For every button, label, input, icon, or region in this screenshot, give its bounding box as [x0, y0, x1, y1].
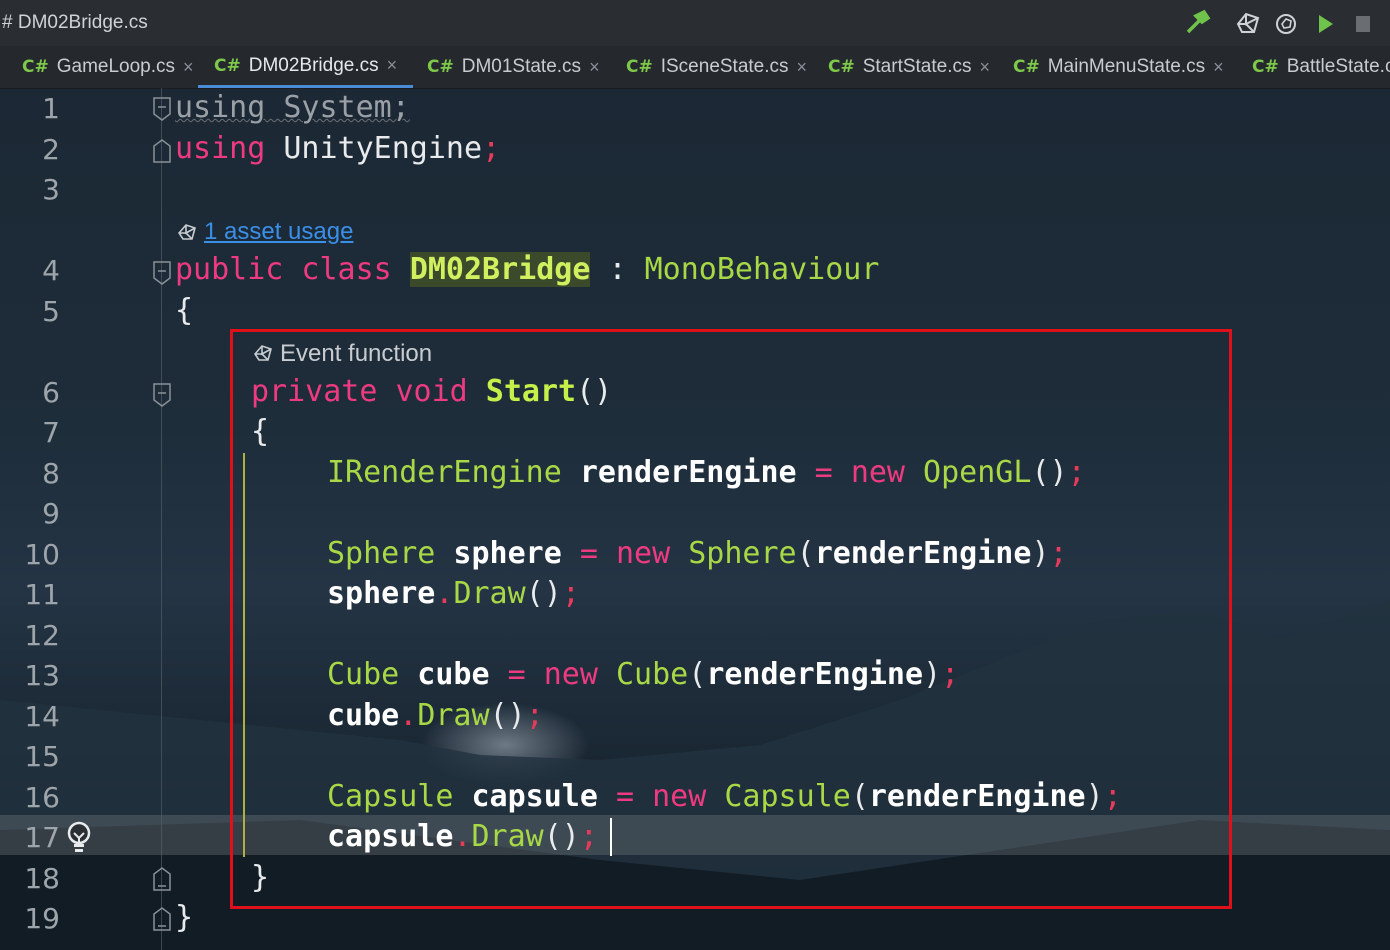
asset-usage-link[interactable]: 1 asset usage [204, 218, 353, 246]
tab-dm01state[interactable]: C# DM01State.cs × [427, 46, 600, 88]
line-number: 6 [42, 376, 60, 409]
title-bar: # DM02Bridge.cs [0, 0, 1390, 46]
code-token: using [175, 90, 266, 125]
code-token: public [175, 252, 284, 287]
code-token: class [283, 252, 392, 287]
line-number: 18 [24, 862, 60, 895]
unity-icon[interactable] [1232, 8, 1262, 40]
tab-label: BattleState.cs [1286, 56, 1390, 77]
line-number: 16 [24, 781, 60, 814]
close-icon[interactable]: × [980, 57, 991, 78]
code-token: : [590, 252, 645, 287]
csharp-icon: C# [427, 57, 454, 77]
class-name: DM02Bridge [409, 252, 591, 287]
csharp-icon: C# [22, 57, 49, 77]
line-number: 1 [42, 92, 60, 125]
line-number: 11 [24, 578, 60, 611]
line-number: 12 [24, 619, 60, 652]
tab-label: ISceneState.cs [660, 56, 789, 77]
fold-marker[interactable] [152, 138, 172, 164]
fold-guide [161, 88, 162, 950]
csharp-icon: C# [1252, 57, 1279, 77]
code-line-2: using UnityEngine; [175, 131, 500, 166]
line-number: 8 [42, 457, 60, 490]
unity-icon [177, 224, 196, 240]
tab-battlestate[interactable]: C# BattleState.cs [1252, 46, 1390, 88]
csharp-icon: C# [214, 55, 241, 76]
line-number: 14 [24, 700, 60, 733]
line-number: 3 [42, 173, 60, 206]
code-line-1: using System; [175, 90, 410, 125]
line-number: 19 [24, 902, 60, 935]
code-token: { [175, 293, 194, 328]
fold-marker[interactable] [152, 96, 172, 122]
fold-marker[interactable] [152, 260, 172, 286]
highlight-box [230, 329, 1232, 909]
tab-bar: C# GameLoop.cs × C# DM02Bridge.cs × C# D… [0, 46, 1390, 89]
line-number: 10 [24, 538, 60, 571]
tab-label: DM01State.cs [461, 56, 582, 77]
tab-label: MainMenuState.cs [1047, 56, 1206, 77]
hammer-icon[interactable] [1182, 8, 1212, 40]
tab-label: GameLoop.cs [56, 56, 176, 77]
close-icon[interactable]: × [1213, 57, 1224, 78]
tab-label: DM02Bridge.cs [248, 54, 379, 76]
close-icon[interactable]: × [387, 55, 398, 76]
csharp-icon: C# [1013, 57, 1040, 77]
tab-startstate[interactable]: C# StartState.cs × [828, 46, 990, 88]
code-editor[interactable]: 1 2 3 4 5 6 7 8 9 10 11 12 13 14 15 16 1… [0, 88, 1390, 950]
line-number: 7 [42, 416, 60, 449]
code-token: ; [482, 131, 501, 166]
code-token: UnityEngine [265, 131, 483, 166]
fold-marker[interactable] [152, 866, 172, 892]
code-token: MonoBehaviour [644, 252, 880, 287]
tab-gameloop[interactable]: C# GameLoop.cs × [22, 46, 194, 88]
line-number: 4 [42, 254, 60, 287]
window-title: # DM02Bridge.cs [2, 12, 148, 33]
close-icon[interactable]: × [797, 57, 808, 78]
stop-icon[interactable] [1348, 8, 1378, 40]
line-number: 2 [42, 133, 60, 166]
close-icon[interactable]: × [589, 57, 600, 78]
code-line-5: { [175, 293, 193, 328]
fold-marker[interactable] [152, 382, 172, 408]
line-number: 15 [24, 740, 60, 773]
code-line-19: } [175, 900, 193, 935]
lightbulb-icon[interactable] [64, 818, 94, 856]
fold-marker[interactable] [152, 906, 172, 932]
tab-iscenestate[interactable]: C# ISceneState.cs × [626, 46, 807, 88]
tab-mainmenustate[interactable]: C# MainMenuState.cs × [1013, 46, 1224, 88]
csharp-icon: C# [828, 57, 855, 77]
close-icon[interactable]: × [183, 57, 194, 78]
code-line-4: public class DM02Bridge : MonoBehaviour [175, 252, 879, 287]
play-icon[interactable] [1310, 8, 1340, 40]
tab-dm02bridge[interactable]: C# DM02Bridge.cs × [198, 46, 414, 88]
code-token: System; [265, 90, 410, 125]
line-number: 13 [24, 659, 60, 692]
csharp-icon: C# [626, 57, 653, 77]
line-number: 17 [24, 821, 60, 854]
line-number: 9 [42, 497, 60, 530]
code-token: } [175, 900, 194, 935]
unity-refresh-icon[interactable] [1272, 8, 1302, 40]
line-number: 5 [42, 295, 60, 328]
code-token: using [175, 131, 266, 166]
tab-label: StartState.cs [862, 56, 972, 77]
